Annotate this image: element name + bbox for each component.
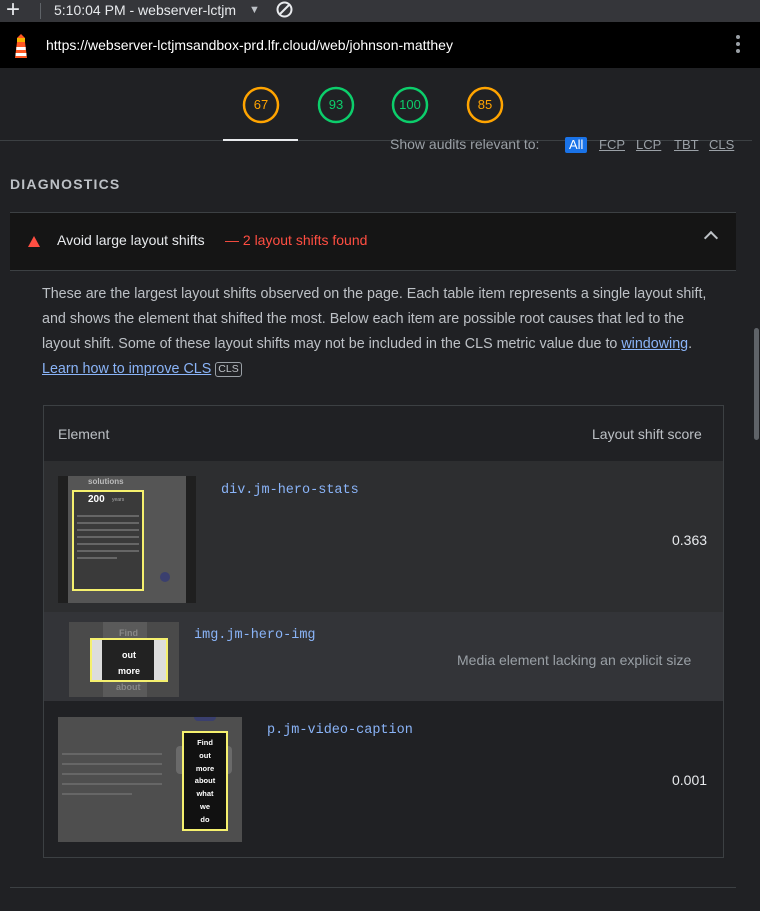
column-header-element: Element: [58, 426, 110, 442]
thumb-line: what: [196, 789, 214, 799]
clear-icon[interactable]: [276, 1, 293, 18]
thumb-line: we: [199, 801, 210, 811]
thumb-line: out: [122, 650, 136, 660]
element-screenshot[interactable]: solutions 200 years: [58, 476, 196, 603]
scrollbar-thumb[interactable]: [754, 328, 759, 440]
gauge-score: 85: [477, 97, 493, 112]
layout-shift-score: 0.001: [672, 772, 708, 788]
gauge-score: 100: [399, 97, 421, 112]
more-menu-icon[interactable]: [736, 35, 740, 56]
audit-title: Avoid large layout shifts: [57, 232, 205, 248]
learn-more-link[interactable]: Learn how to improve CLS: [42, 361, 211, 377]
thumb-line: more: [195, 763, 215, 773]
filter-label: Show audits relevant to:: [390, 136, 540, 152]
description-text: These are the largest layout shifts obse…: [42, 286, 707, 352]
filter-cls[interactable]: CLS: [709, 137, 734, 153]
score-gauge-accessibility[interactable]: 93: [317, 86, 355, 124]
thumb-small-text: years: [112, 497, 125, 503]
root-cause-reason: Media element lacking an explicit size: [457, 652, 692, 668]
fail-triangle-icon: [28, 236, 40, 247]
thumb-line: do: [200, 814, 210, 824]
tab-dropdown-icon[interactable]: ▼: [249, 2, 260, 18]
url-text[interactable]: https://webserver-lctjmsandbox-prd.lfr.c…: [46, 37, 453, 53]
filter-tbt[interactable]: TBT: [674, 137, 699, 153]
tab-title[interactable]: 5:10:04 PM - webserver-lctjm: [54, 2, 236, 18]
audit-display-value: — 2 layout shifts found: [225, 232, 368, 248]
section-title: DIAGNOSTICS: [10, 176, 121, 192]
score-gauge-seo[interactable]: 85: [466, 86, 504, 124]
shift-highlight-box: 200 years: [72, 490, 144, 591]
thumb-heading: solutions: [88, 477, 124, 486]
gauge-score: 67: [253, 97, 269, 112]
audit-description: These are the largest layout shifts obse…: [42, 286, 707, 377]
element-selector[interactable]: p.jm-video-caption: [267, 723, 413, 738]
shift-highlight-box: Find out more about what we do: [182, 731, 228, 831]
filter-lcp[interactable]: LCP: [636, 137, 661, 153]
thumb-line: about: [194, 776, 216, 786]
thumb-line: about: [116, 682, 141, 692]
new-tab-icon[interactable]: +: [6, 0, 20, 24]
thumb-line: more: [117, 666, 140, 676]
filter-fcp[interactable]: FCP: [599, 137, 625, 153]
lighthouse-icon: [15, 34, 27, 58]
shift-highlight-box: out more: [90, 638, 168, 682]
thumb-big-number: 200: [88, 494, 105, 505]
element-selector[interactable]: img.jm-hero-img: [194, 628, 316, 643]
score-gauge-best-practices[interactable]: 100: [391, 86, 429, 124]
section-divider: [10, 887, 736, 888]
score-gauge-performance[interactable]: 67: [242, 86, 280, 124]
tab-separator: [40, 3, 41, 19]
cls-badge: CLS: [215, 362, 242, 377]
thumb-line: Find: [197, 738, 213, 747]
element-screenshot[interactable]: Find out more about: [69, 622, 179, 697]
windowing-link[interactable]: windowing: [621, 336, 688, 352]
element-screenshot[interactable]: Find out more about what we do: [58, 717, 242, 842]
element-selector[interactable]: div.jm-hero-stats: [221, 483, 359, 498]
column-header-score: Layout shift score: [592, 426, 702, 442]
scrollbar[interactable]: [752, 68, 760, 911]
thumb-line: out: [199, 750, 211, 760]
filter-all[interactable]: All: [565, 137, 588, 153]
gauge-score: 93: [328, 97, 344, 112]
active-gauge-indicator: [223, 139, 298, 141]
thumb-line: Find: [119, 628, 138, 638]
layout-shift-score: 0.363: [672, 532, 708, 548]
